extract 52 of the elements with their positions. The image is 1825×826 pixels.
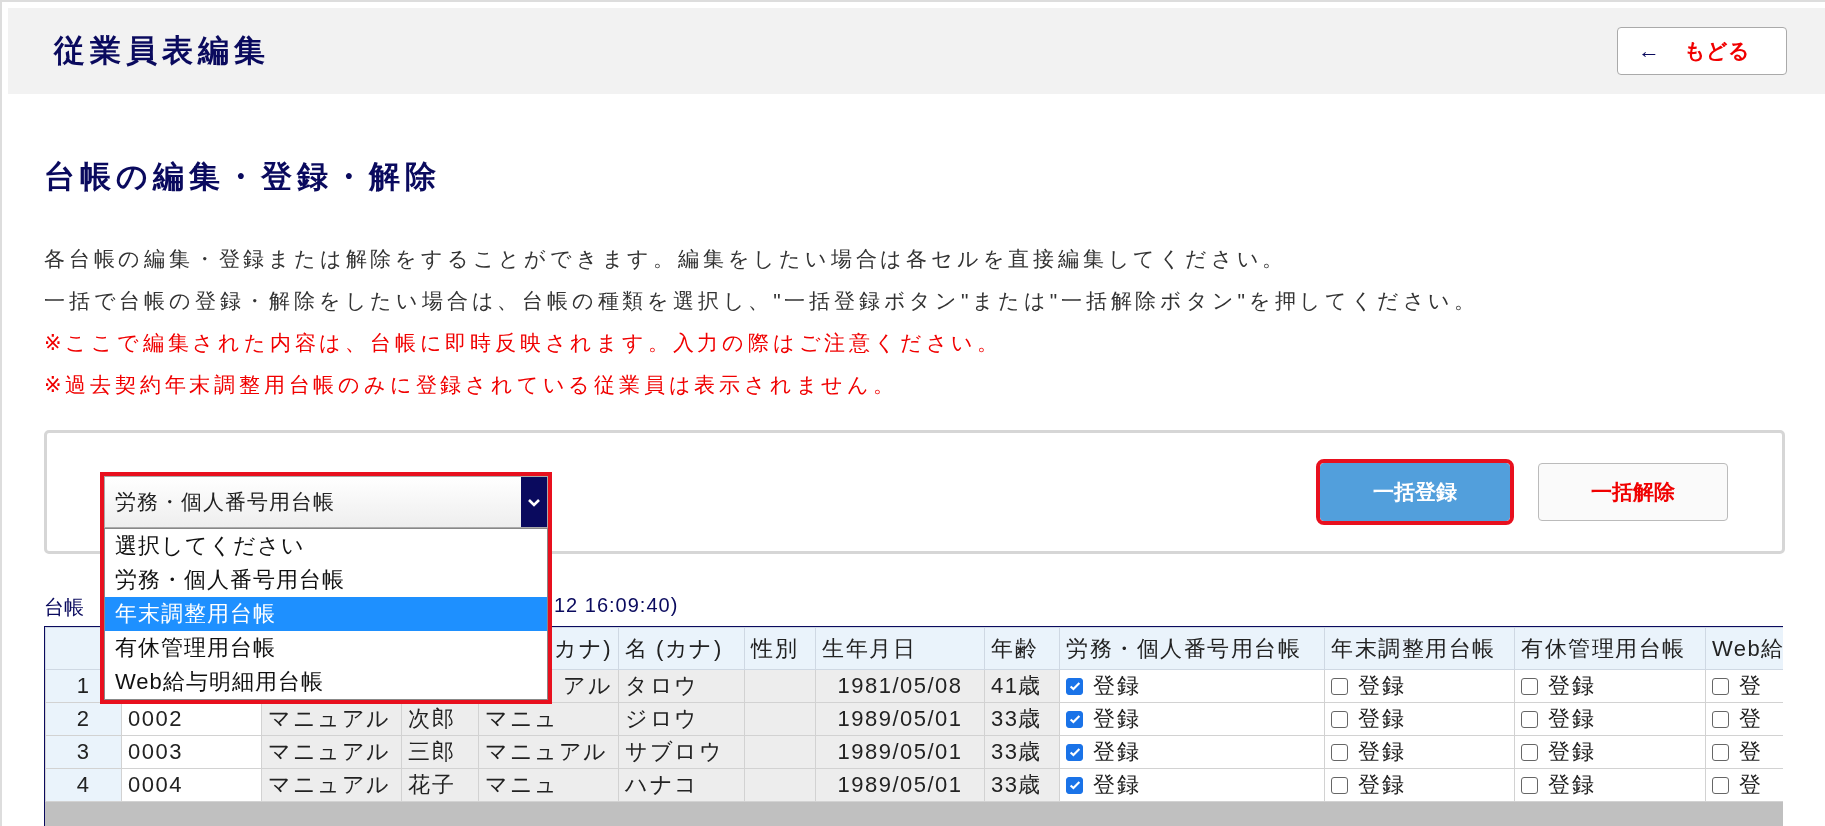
dropdown-option[interactable]: 労務・個人番号用台帳 bbox=[105, 563, 547, 597]
table-cell[interactable]: 0002 bbox=[121, 702, 262, 736]
column-header: 有休管理用台帳 bbox=[1514, 627, 1706, 670]
table-cell: 三郎 bbox=[401, 735, 479, 769]
table-cell: マニュアル bbox=[261, 735, 402, 769]
row-number: 3 bbox=[45, 735, 122, 769]
back-button[interactable]: ← もどる bbox=[1617, 27, 1787, 75]
table-cell: 1989/05/01 bbox=[815, 768, 985, 802]
chevron-down-icon bbox=[521, 477, 547, 527]
table-cell: マニュ bbox=[478, 702, 619, 736]
warning-text: ※過去契約年末調整用台帳のみに登録されている従業員は表示されません。 bbox=[44, 372, 899, 398]
dropdown-option[interactable]: 選択してください bbox=[105, 529, 547, 563]
table-caption: 台帳 bbox=[44, 595, 84, 620]
table-cell: 花子 bbox=[401, 768, 479, 802]
column-header: 性別 bbox=[744, 627, 816, 670]
row-number: 2 bbox=[45, 702, 122, 736]
table-cell: ハナコ bbox=[618, 768, 745, 802]
checkmark-icon bbox=[1067, 679, 1082, 693]
table-cell: 41歳 bbox=[984, 669, 1060, 703]
warning-text: ※ここで編集された内容は、台帳に即時反映されます。入力の際はご注意ください。 bbox=[44, 330, 1003, 356]
row-number: 4 bbox=[45, 768, 122, 802]
table-cell: 1989/05/01 bbox=[815, 735, 985, 769]
table-cell: 33歳 bbox=[984, 735, 1060, 769]
ledger-select[interactable]: 労務・個人番号用台帳 bbox=[104, 476, 548, 528]
column-header: 生年月日 bbox=[815, 627, 985, 670]
column-header: 年末調整用台帳 bbox=[1324, 627, 1515, 670]
page-title: 従業員表編集 bbox=[54, 32, 270, 70]
table-cell: 33歳 bbox=[984, 768, 1060, 802]
table-cell: 1989/05/01 bbox=[815, 702, 985, 736]
column-header: 年齢 bbox=[984, 627, 1060, 670]
description-text: 一括で台帳の登録・解除をしたい場合は、台帳の種類を選択し、"一括登録ボタン"または"一括解除ボタン"を押してください。 bbox=[44, 288, 1481, 314]
table-cell: マニュアル bbox=[261, 768, 402, 802]
table-cell[interactable]: 0004 bbox=[121, 768, 262, 802]
table-cell: タロウ bbox=[618, 669, 745, 703]
checkmark-icon bbox=[1067, 745, 1082, 759]
description-text: 各台帳の編集・登録または解除をすることができます。編集をしたい場合は各セルを直接編集してください。 bbox=[44, 246, 1289, 272]
table-cell[interactable]: 0003 bbox=[121, 735, 262, 769]
checkmark-icon bbox=[1067, 712, 1082, 726]
checkmark-icon bbox=[1067, 778, 1082, 792]
column-header: 名 (カナ) bbox=[618, 627, 745, 670]
table-cell: 1981/05/08 bbox=[815, 669, 985, 703]
table-cell: マニュアル bbox=[261, 702, 402, 736]
table-cell: マニュアル bbox=[478, 735, 619, 769]
bulk-unregister-button[interactable]: 一括解除 bbox=[1538, 463, 1728, 521]
table-cell: マニュ bbox=[478, 768, 619, 802]
table-cell: サブロウ bbox=[618, 735, 745, 769]
section-title: 台帳の編集・登録・解除 bbox=[44, 158, 442, 196]
table-caption: 12 16:09:40) bbox=[554, 594, 679, 618]
table-cell: 33歳 bbox=[984, 702, 1060, 736]
table-cell: ジロウ bbox=[618, 702, 745, 736]
column-header: 労務・個人番号用台帳 bbox=[1059, 627, 1325, 670]
table-cell: 次郎 bbox=[401, 702, 479, 736]
